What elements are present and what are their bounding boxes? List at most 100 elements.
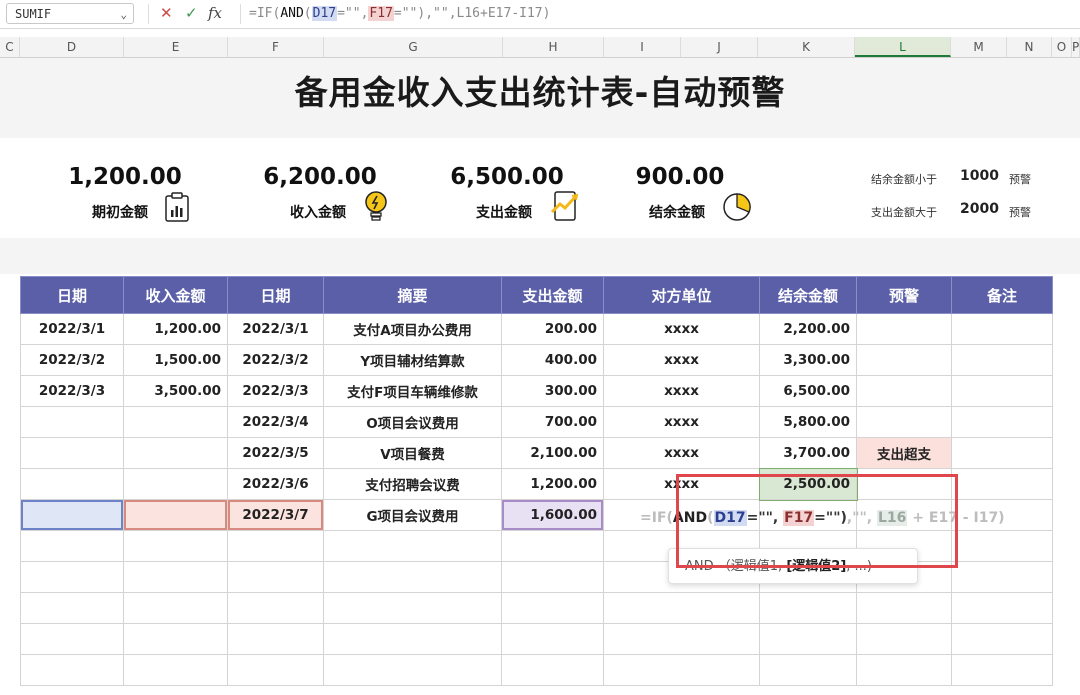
table-cell[interactable]	[227, 592, 324, 624]
table-cell[interactable]	[323, 592, 502, 624]
table-cell[interactable]	[951, 530, 1053, 562]
rule-2-threshold[interactable]: 2000	[960, 201, 999, 217]
table-cell[interactable]	[227, 561, 324, 593]
table-cell[interactable]: 3,700.00	[759, 437, 857, 469]
table-cell[interactable]	[20, 530, 124, 562]
column-header-c[interactable]: C	[0, 37, 20, 57]
table-cell[interactable]	[227, 530, 324, 562]
table-cell[interactable]: 2022/3/1	[227, 313, 324, 345]
table-cell[interactable]	[951, 406, 1053, 438]
table-cell[interactable]: 2,200.00	[759, 313, 857, 345]
table-cell[interactable]	[123, 530, 228, 562]
cancel-icon[interactable]: ✕	[160, 3, 173, 24]
fx-icon[interactable]: fx	[208, 3, 222, 24]
table-cell[interactable]: 3,300.00	[759, 344, 857, 376]
table-cell[interactable]	[856, 313, 952, 345]
name-box[interactable]: SUMIF ⌄	[6, 3, 134, 24]
table-cell[interactable]	[951, 313, 1053, 345]
table-cell[interactable]: Y项目辅材结算款	[323, 344, 502, 376]
column-header-g[interactable]: G	[324, 37, 503, 57]
table-cell[interactable]	[20, 654, 124, 686]
table-cell[interactable]: 1,600.00	[501, 499, 604, 531]
table-cell[interactable]	[951, 437, 1053, 469]
table-cell[interactable]	[123, 406, 228, 438]
table-cell[interactable]: 5,800.00	[759, 406, 857, 438]
column-header-k[interactable]: K	[758, 37, 855, 57]
table-cell[interactable]	[951, 561, 1053, 593]
column-header-o[interactable]: O	[1052, 37, 1072, 57]
table-cell[interactable]	[759, 623, 857, 655]
table-cell[interactable]: xxxx	[603, 375, 760, 407]
column-header-f[interactable]: F	[228, 37, 324, 57]
table-cell[interactable]	[501, 623, 604, 655]
table-cell[interactable]: 700.00	[501, 406, 604, 438]
table-cell[interactable]	[323, 561, 502, 593]
table-cell[interactable]	[501, 592, 604, 624]
table-cell[interactable]	[501, 561, 604, 593]
table-cell[interactable]	[123, 468, 228, 500]
table-cell[interactable]	[323, 530, 502, 562]
rule-1-threshold[interactable]: 1000	[960, 168, 999, 184]
table-cell[interactable]: 支付A项目办公费用	[323, 313, 502, 345]
column-header-j[interactable]: J	[681, 37, 758, 57]
table-cell[interactable]: V项目餐费	[323, 437, 502, 469]
table-cell[interactable]	[951, 344, 1053, 376]
table-cell[interactable]: 2022/3/6	[227, 468, 324, 500]
table-cell[interactable]: O项目会议费用	[323, 406, 502, 438]
table-cell[interactable]	[501, 654, 604, 686]
table-cell[interactable]	[951, 623, 1053, 655]
table-cell[interactable]	[603, 623, 760, 655]
column-header-i[interactable]: I	[604, 37, 681, 57]
table-cell[interactable]: 2022/3/7	[227, 499, 324, 531]
table-cell[interactable]	[603, 654, 760, 686]
table-cell[interactable]	[123, 561, 228, 593]
table-cell[interactable]: 支付招聘会议费	[323, 468, 502, 500]
table-cell[interactable]	[123, 499, 228, 531]
table-cell[interactable]: 2022/3/1	[20, 313, 124, 345]
table-cell[interactable]: 2022/3/3	[227, 375, 324, 407]
table-cell[interactable]	[856, 623, 952, 655]
table-cell[interactable]	[20, 592, 124, 624]
table-cell[interactable]: xxxx	[603, 313, 760, 345]
table-cell[interactable]: 2,100.00	[501, 437, 604, 469]
table-cell[interactable]	[20, 499, 124, 531]
confirm-icon[interactable]: ✓	[185, 3, 198, 24]
table-cell[interactable]: 1,200.00	[123, 313, 228, 345]
table-cell[interactable]: 3,500.00	[123, 375, 228, 407]
table-cell[interactable]	[20, 468, 124, 500]
table-cell[interactable]: 2022/3/2	[20, 344, 124, 376]
table-cell[interactable]	[759, 654, 857, 686]
column-header-d[interactable]: D	[20, 37, 124, 57]
column-header-h[interactable]: H	[503, 37, 604, 57]
table-cell[interactable]: 1,500.00	[123, 344, 228, 376]
table-cell[interactable]	[323, 623, 502, 655]
table-cell[interactable]: 支出超支	[856, 437, 952, 469]
table-cell[interactable]: 300.00	[501, 375, 604, 407]
table-cell[interactable]: 6,500.00	[759, 375, 857, 407]
table-cell[interactable]	[123, 623, 228, 655]
column-header-e[interactable]: E	[124, 37, 228, 57]
table-cell[interactable]	[20, 561, 124, 593]
table-cell[interactable]: 2022/3/3	[20, 375, 124, 407]
table-cell[interactable]: G项目会议费用	[323, 499, 502, 531]
column-header-p[interactable]: P	[1072, 37, 1080, 57]
table-cell[interactable]	[501, 530, 604, 562]
table-cell[interactable]	[227, 623, 324, 655]
table-cell[interactable]	[759, 592, 857, 624]
table-cell[interactable]	[20, 437, 124, 469]
table-cell[interactable]	[856, 375, 952, 407]
table-cell[interactable]	[856, 406, 952, 438]
table-cell[interactable]	[951, 468, 1053, 500]
table-cell[interactable]	[856, 592, 952, 624]
table-cell[interactable]	[20, 406, 124, 438]
table-cell[interactable]: 支付F项目车辆维修款	[323, 375, 502, 407]
table-cell[interactable]	[603, 592, 760, 624]
table-cell[interactable]: 2022/3/4	[227, 406, 324, 438]
table-cell[interactable]: 2022/3/2	[227, 344, 324, 376]
table-cell[interactable]	[323, 654, 502, 686]
table-cell[interactable]: xxxx	[603, 406, 760, 438]
table-cell[interactable]: 1,200.00	[501, 468, 604, 500]
column-header-m[interactable]: M	[951, 37, 1007, 57]
chevron-down-icon[interactable]: ⌄	[120, 4, 127, 25]
table-cell[interactable]: 400.00	[501, 344, 604, 376]
